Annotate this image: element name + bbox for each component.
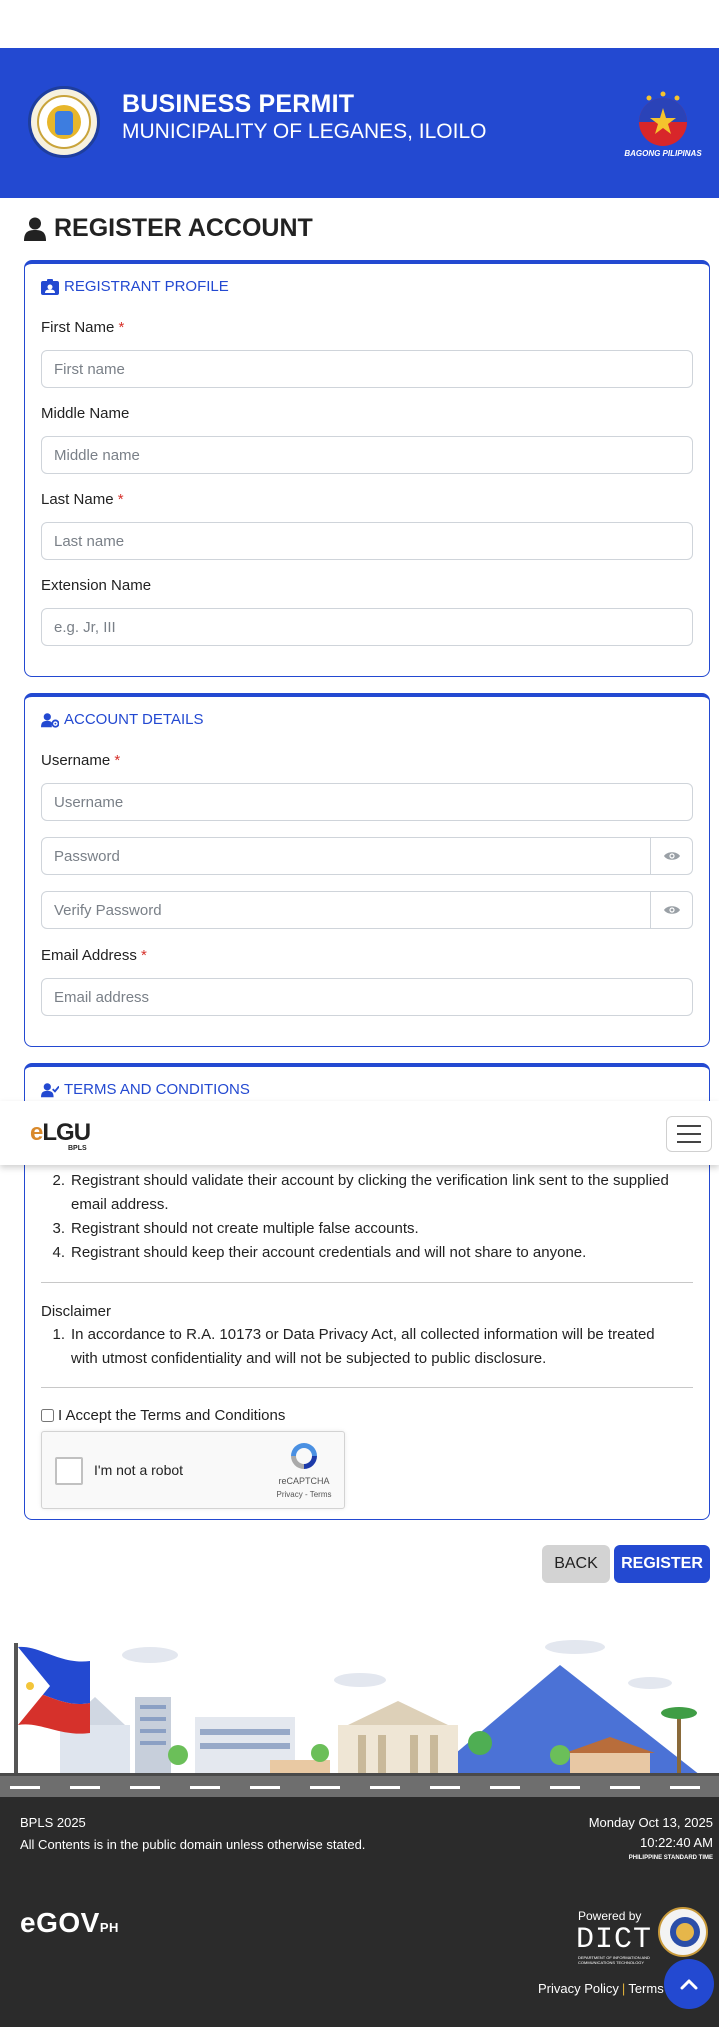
register-button[interactable]: REGISTER bbox=[614, 1545, 710, 1583]
mobile-navbar: eLGU BPLS bbox=[0, 1101, 719, 1165]
middle-name-input[interactable] bbox=[41, 436, 693, 474]
footer-copyright: BPLS 2025 bbox=[20, 1815, 86, 1830]
list-item: 3. Registrant should not create multiple … bbox=[52, 1220, 419, 1237]
menu-toggle-button[interactable] bbox=[666, 1116, 712, 1152]
divider bbox=[41, 1282, 693, 1283]
last-name-input[interactable] bbox=[41, 522, 693, 560]
user-gear-icon bbox=[41, 712, 59, 728]
dict-subtitle: DEPARTMENT OF INFORMATION AND COMMUNICAT… bbox=[578, 1955, 650, 1965]
toggle-password-visibility-button[interactable] bbox=[651, 837, 693, 875]
elgu-brand-text: LGU bbox=[42, 1119, 91, 1146]
first-name-input[interactable] bbox=[41, 350, 693, 388]
password-input[interactable] bbox=[41, 837, 651, 875]
account-details-card: ACCOUNT DETAILS Username * Email Address… bbox=[24, 693, 710, 1047]
footer-links: Privacy Policy | Terms bbox=[538, 1981, 664, 1996]
username-label: Username * bbox=[41, 752, 121, 769]
dict-logo: DICT bbox=[576, 1923, 653, 1957]
user-icon bbox=[24, 217, 46, 241]
list-item: 1. In accordance to R.A. 10173 or Data Pr… bbox=[52, 1326, 655, 1367]
extension-name-label: Extension Name bbox=[41, 577, 152, 594]
terms-heading: TERMS AND CONDITIONS bbox=[41, 1081, 250, 1098]
list-item: 2. Registrant should validate their accou… bbox=[52, 1172, 669, 1213]
back-button[interactable]: BACK bbox=[542, 1545, 610, 1583]
privacy-policy-link[interactable]: Privacy Policy bbox=[538, 1981, 619, 1996]
hamburger-icon bbox=[677, 1125, 701, 1127]
middle-name-label: Middle Name bbox=[41, 405, 130, 422]
accept-terms-row[interactable]: I Accept the Terms and Conditions bbox=[41, 1407, 285, 1424]
page-title: REGISTER ACCOUNT bbox=[24, 214, 313, 243]
terms-list: 2. Registrant should validate their accou… bbox=[41, 1169, 681, 1265]
header-title: BUSINESS PERMIT bbox=[122, 90, 355, 118]
list-item: 4. Registrant should keep their account c… bbox=[52, 1244, 587, 1261]
site-footer: BPLS 2025 All Contents is in the public … bbox=[0, 1797, 719, 2027]
footer-time: 10:22:40 AM bbox=[640, 1835, 713, 1850]
recaptcha-widget: I'm not a robot reCAPTCHA Privacy - Term… bbox=[41, 1431, 345, 1509]
divider bbox=[41, 1387, 693, 1388]
disclaimer-title: Disclaimer bbox=[41, 1303, 112, 1320]
eye-icon bbox=[663, 906, 680, 914]
bagong-pilipinas-label: BAGONG PILIPINAS bbox=[624, 149, 702, 158]
footer-notice: All Contents is in the public domain unl… bbox=[20, 1837, 366, 1852]
email-label: Email Address * bbox=[41, 947, 147, 964]
egov-logo[interactable]: eGOVPH bbox=[20, 1907, 119, 1939]
powered-by-label: Powered by bbox=[578, 1909, 642, 1923]
accept-terms-label: I Accept the Terms and Conditions bbox=[58, 1407, 286, 1424]
verify-password-input[interactable] bbox=[41, 891, 651, 929]
registrant-profile-heading: REGISTRANT PROFILE bbox=[41, 278, 229, 295]
first-name-label: First Name * bbox=[41, 319, 125, 336]
site-header: BUSINESS PERMIT MUNICIPALITY OF LEGANES,… bbox=[0, 48, 719, 198]
registrant-profile-card: REGISTRANT PROFILE First Name * Middle N… bbox=[24, 260, 710, 677]
recaptcha-links[interactable]: Privacy - Terms bbox=[264, 1490, 344, 1499]
recaptcha-logo-icon bbox=[291, 1443, 317, 1469]
header-subtitle: MUNICIPALITY OF LEGANES, ILOILO bbox=[122, 120, 487, 143]
townscape-illustration bbox=[0, 1640, 719, 1800]
last-name-label: Last Name * bbox=[41, 491, 124, 508]
terms-link[interactable]: Terms bbox=[628, 1981, 663, 1996]
account-details-heading: ACCOUNT DETAILS bbox=[41, 711, 203, 728]
accept-terms-checkbox[interactable] bbox=[41, 1409, 54, 1422]
username-input[interactable] bbox=[41, 783, 693, 821]
toggle-verify-password-visibility-button[interactable] bbox=[651, 891, 693, 929]
extension-name-input[interactable] bbox=[41, 608, 693, 646]
eye-icon bbox=[663, 852, 680, 860]
dict-seal-icon bbox=[658, 1907, 708, 1957]
chevron-up-icon bbox=[680, 1979, 698, 1990]
municipal-seal-icon bbox=[28, 86, 100, 158]
scroll-to-top-button[interactable] bbox=[664, 1959, 714, 2009]
elgu-logo[interactable]: eLGU BPLS bbox=[30, 1119, 91, 1152]
disclaimer-list: 1. In accordance to R.A. 10173 or Data Pr… bbox=[41, 1323, 681, 1371]
footer-date: Monday Oct 13, 2025 bbox=[588, 1815, 713, 1830]
recaptcha-brand: reCAPTCHA bbox=[278, 1476, 330, 1486]
top-spacer bbox=[0, 0, 719, 48]
footer-timezone: PHILIPPINE STANDARD TIME bbox=[628, 1855, 713, 1861]
user-check-icon bbox=[41, 1082, 59, 1097]
id-badge-icon bbox=[41, 278, 59, 295]
page-title-text: REGISTER ACCOUNT bbox=[54, 214, 313, 242]
email-input[interactable] bbox=[41, 978, 693, 1016]
recaptcha-label: I'm not a robot bbox=[94, 1462, 184, 1478]
recaptcha-checkbox[interactable] bbox=[55, 1457, 83, 1485]
